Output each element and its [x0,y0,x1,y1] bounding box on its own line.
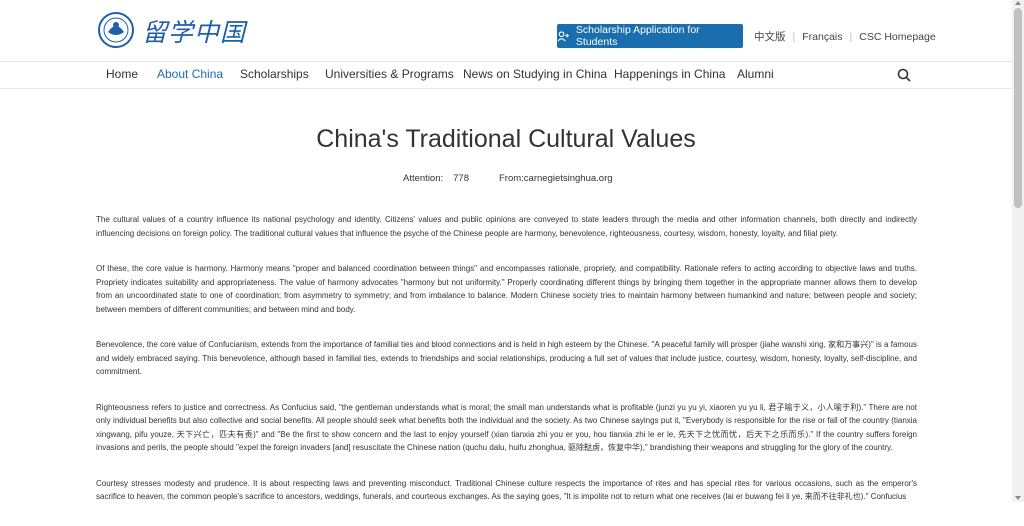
nav-item-news-studying[interactable]: News on Studying in China [463,67,607,81]
divider: | [792,30,796,43]
attention-count: 778 [453,173,469,184]
main-nav: Home About China Scholarships Universiti… [0,62,1012,89]
top-links: 中文版 | Français | CSC Homepage [754,29,936,44]
divider: | [849,30,853,43]
scroll-down-icon[interactable] [1015,496,1021,500]
nav-item-happenings[interactable]: Happenings in China [614,67,725,81]
logo-text: 留学中国 [142,18,247,47]
logo-emblem-icon [98,12,134,48]
nav-item-scholarships[interactable]: Scholarships [240,67,309,81]
article-paragraph: Courtesy stresses modesty and prudence. … [96,478,917,502]
search-icon[interactable] [897,68,911,82]
article-paragraph: The cultural values of a country influen… [96,215,917,238]
site-header: 留学中国 Scholarship Application for Student… [0,0,1012,62]
article-body: The cultural values of a country influen… [96,213,917,526]
article-paragraph: Benevolence, the core value of Confucian… [96,340,917,376]
scholarship-application-button[interactable]: Scholarship Application for Students [557,24,743,48]
page-title: China's Traditional Cultural Values [316,125,696,153]
nav-item-alumni[interactable]: Alumni [737,67,774,81]
nav-item-about-china[interactable]: About China [157,67,223,81]
student-icon [557,30,569,41]
article-paragraph: Righteousness refers to justice and corr… [96,402,917,453]
scrollbar-thumb[interactable] [1014,8,1022,208]
article-source: From:carnegietsinghua.org [499,173,613,184]
nav-item-home[interactable]: Home [106,67,138,81]
link-csc-homepage[interactable]: CSC Homepage [859,31,935,43]
page-scrollbar[interactable] [1012,0,1024,502]
scroll-up-icon[interactable] [1015,1,1021,5]
link-chinese-version[interactable]: 中文版 [754,29,786,44]
attention-label: Attention: [403,173,444,184]
nav-item-universities-programs[interactable]: Universities & Programs [325,67,454,81]
scholarship-application-label: Scholarship Application for Students [575,24,700,48]
article-meta: Attention: 778 From:carnegietsinghua.org [403,173,613,184]
link-french-version[interactable]: Français [802,31,842,43]
article-paragraph: Of these, the core value is harmony. Har… [96,264,917,314]
